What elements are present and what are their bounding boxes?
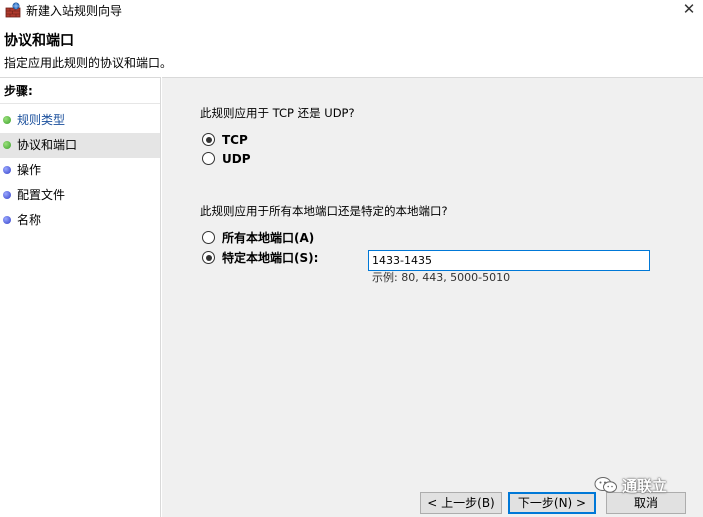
sidebar-item-label: 规则类型 (17, 113, 66, 127)
steps-heading: 步骤: (0, 78, 160, 104)
page-title: 协议和端口 (4, 33, 74, 49)
port-question: 此规则应用于所有本地端口还是特定的本地端口? (200, 204, 448, 218)
watermark: 通联立 (594, 474, 667, 496)
sidebar-item-label: 操作 (17, 163, 42, 177)
step-pending-dot-icon (3, 166, 11, 174)
sidebar-item-label: 配置文件 (17, 188, 66, 202)
sidebar-item-protocol-ports[interactable]: 协议和端口 (0, 133, 160, 158)
steps-sidebar: 步骤: 规则类型 协议和端口 操作 配置文件 名称 (0, 77, 161, 517)
next-button[interactable]: 下一步(N) > (508, 492, 596, 514)
radio-tcp-circle[interactable] (202, 133, 215, 146)
window-title: 新建入站规则向导 (26, 4, 123, 18)
sidebar-item-action: 操作 (0, 158, 160, 183)
sidebar-item-rule-type[interactable]: 规则类型 (0, 108, 160, 133)
title-bar: 新建入站规则向导 ✕ (0, 0, 703, 20)
sidebar-item-label: 名称 (17, 213, 42, 227)
protocol-question: 此规则应用于 TCP 还是 UDP? (200, 106, 355, 120)
radio-specific-ports-circle[interactable] (202, 251, 215, 264)
port-example-hint: 示例: 80, 443, 5000-5010 (372, 271, 511, 284)
sidebar-item-name: 名称 (0, 208, 160, 233)
radio-specific-ports-label: 特定本地端口(S): (222, 251, 319, 265)
main-panel: 此规则应用于 TCP 还是 UDP? TCP UDP 此规则应用于所有本地端口还… (162, 77, 703, 517)
radio-tcp-label: TCP (222, 133, 248, 147)
watermark-text: 通联立 (622, 476, 668, 495)
back-button[interactable]: < 上一步(B) (420, 492, 502, 514)
radio-udp-label: UDP (222, 152, 251, 166)
sidebar-item-label: 协议和端口 (17, 138, 78, 152)
radio-all-ports-label: 所有本地端口(A) (222, 231, 315, 245)
wizard-header: 协议和端口 指定应用此规则的协议和端口。 (0, 20, 703, 77)
close-button[interactable]: ✕ (675, 0, 703, 20)
wechat-icon (594, 477, 617, 493)
firewall-app-icon (5, 2, 21, 18)
step-current-dot-icon (3, 141, 11, 149)
step-done-dot-icon (3, 116, 11, 124)
page-subtitle: 指定应用此规则的协议和端口。 (4, 56, 173, 70)
step-pending-dot-icon (3, 191, 11, 199)
specific-ports-input[interactable] (368, 250, 650, 271)
steps-list: 规则类型 协议和端口 操作 配置文件 名称 (0, 108, 160, 233)
radio-all-ports-circle[interactable] (202, 231, 215, 244)
close-icon: ✕ (682, 0, 696, 18)
radio-udp-circle[interactable] (202, 152, 215, 165)
step-pending-dot-icon (3, 216, 11, 224)
sidebar-item-profile: 配置文件 (0, 183, 160, 208)
